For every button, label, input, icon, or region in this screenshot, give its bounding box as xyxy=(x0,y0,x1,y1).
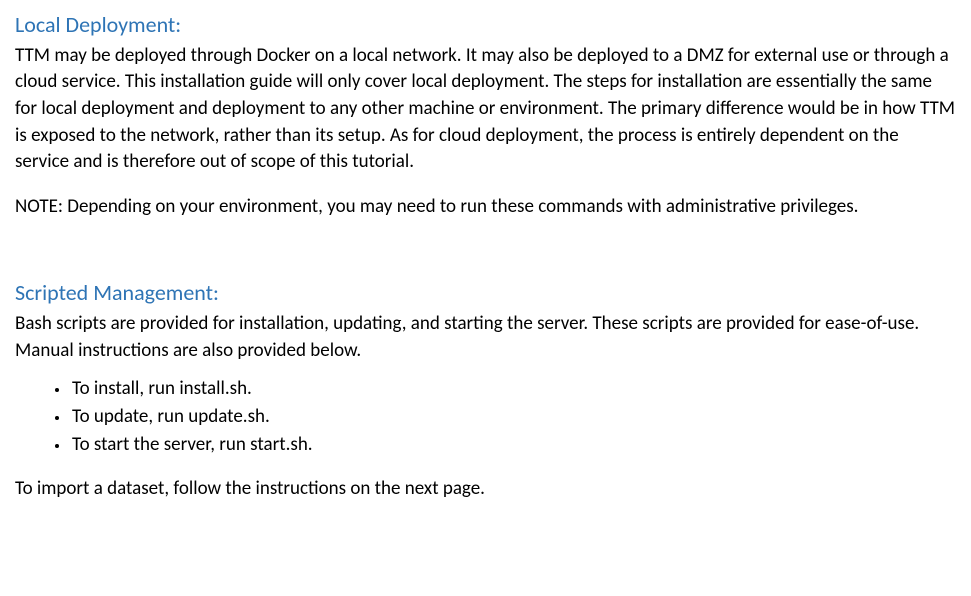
list-item: To start the server, run start.sh. xyxy=(70,432,956,459)
bullets-scripts: To install, run install.sh. To update, r… xyxy=(15,376,956,458)
list-item: To install, run install.sh. xyxy=(70,376,956,403)
para-local-deployment-body: TTM may be deployed through Docker on a … xyxy=(15,43,956,176)
para-scripted-outro: To import a dataset, follow the instruct… xyxy=(15,476,956,503)
section-spacer xyxy=(15,238,956,278)
para-local-deployment-note: NOTE: Depending on your environment, you… xyxy=(15,194,956,221)
heading-scripted-management: Scripted Management: xyxy=(15,278,956,309)
list-item: To update, run update.sh. xyxy=(70,404,956,431)
heading-local-deployment: Local Deployment: xyxy=(15,10,956,41)
para-scripted-intro: Bash scripts are provided for installati… xyxy=(15,311,956,364)
